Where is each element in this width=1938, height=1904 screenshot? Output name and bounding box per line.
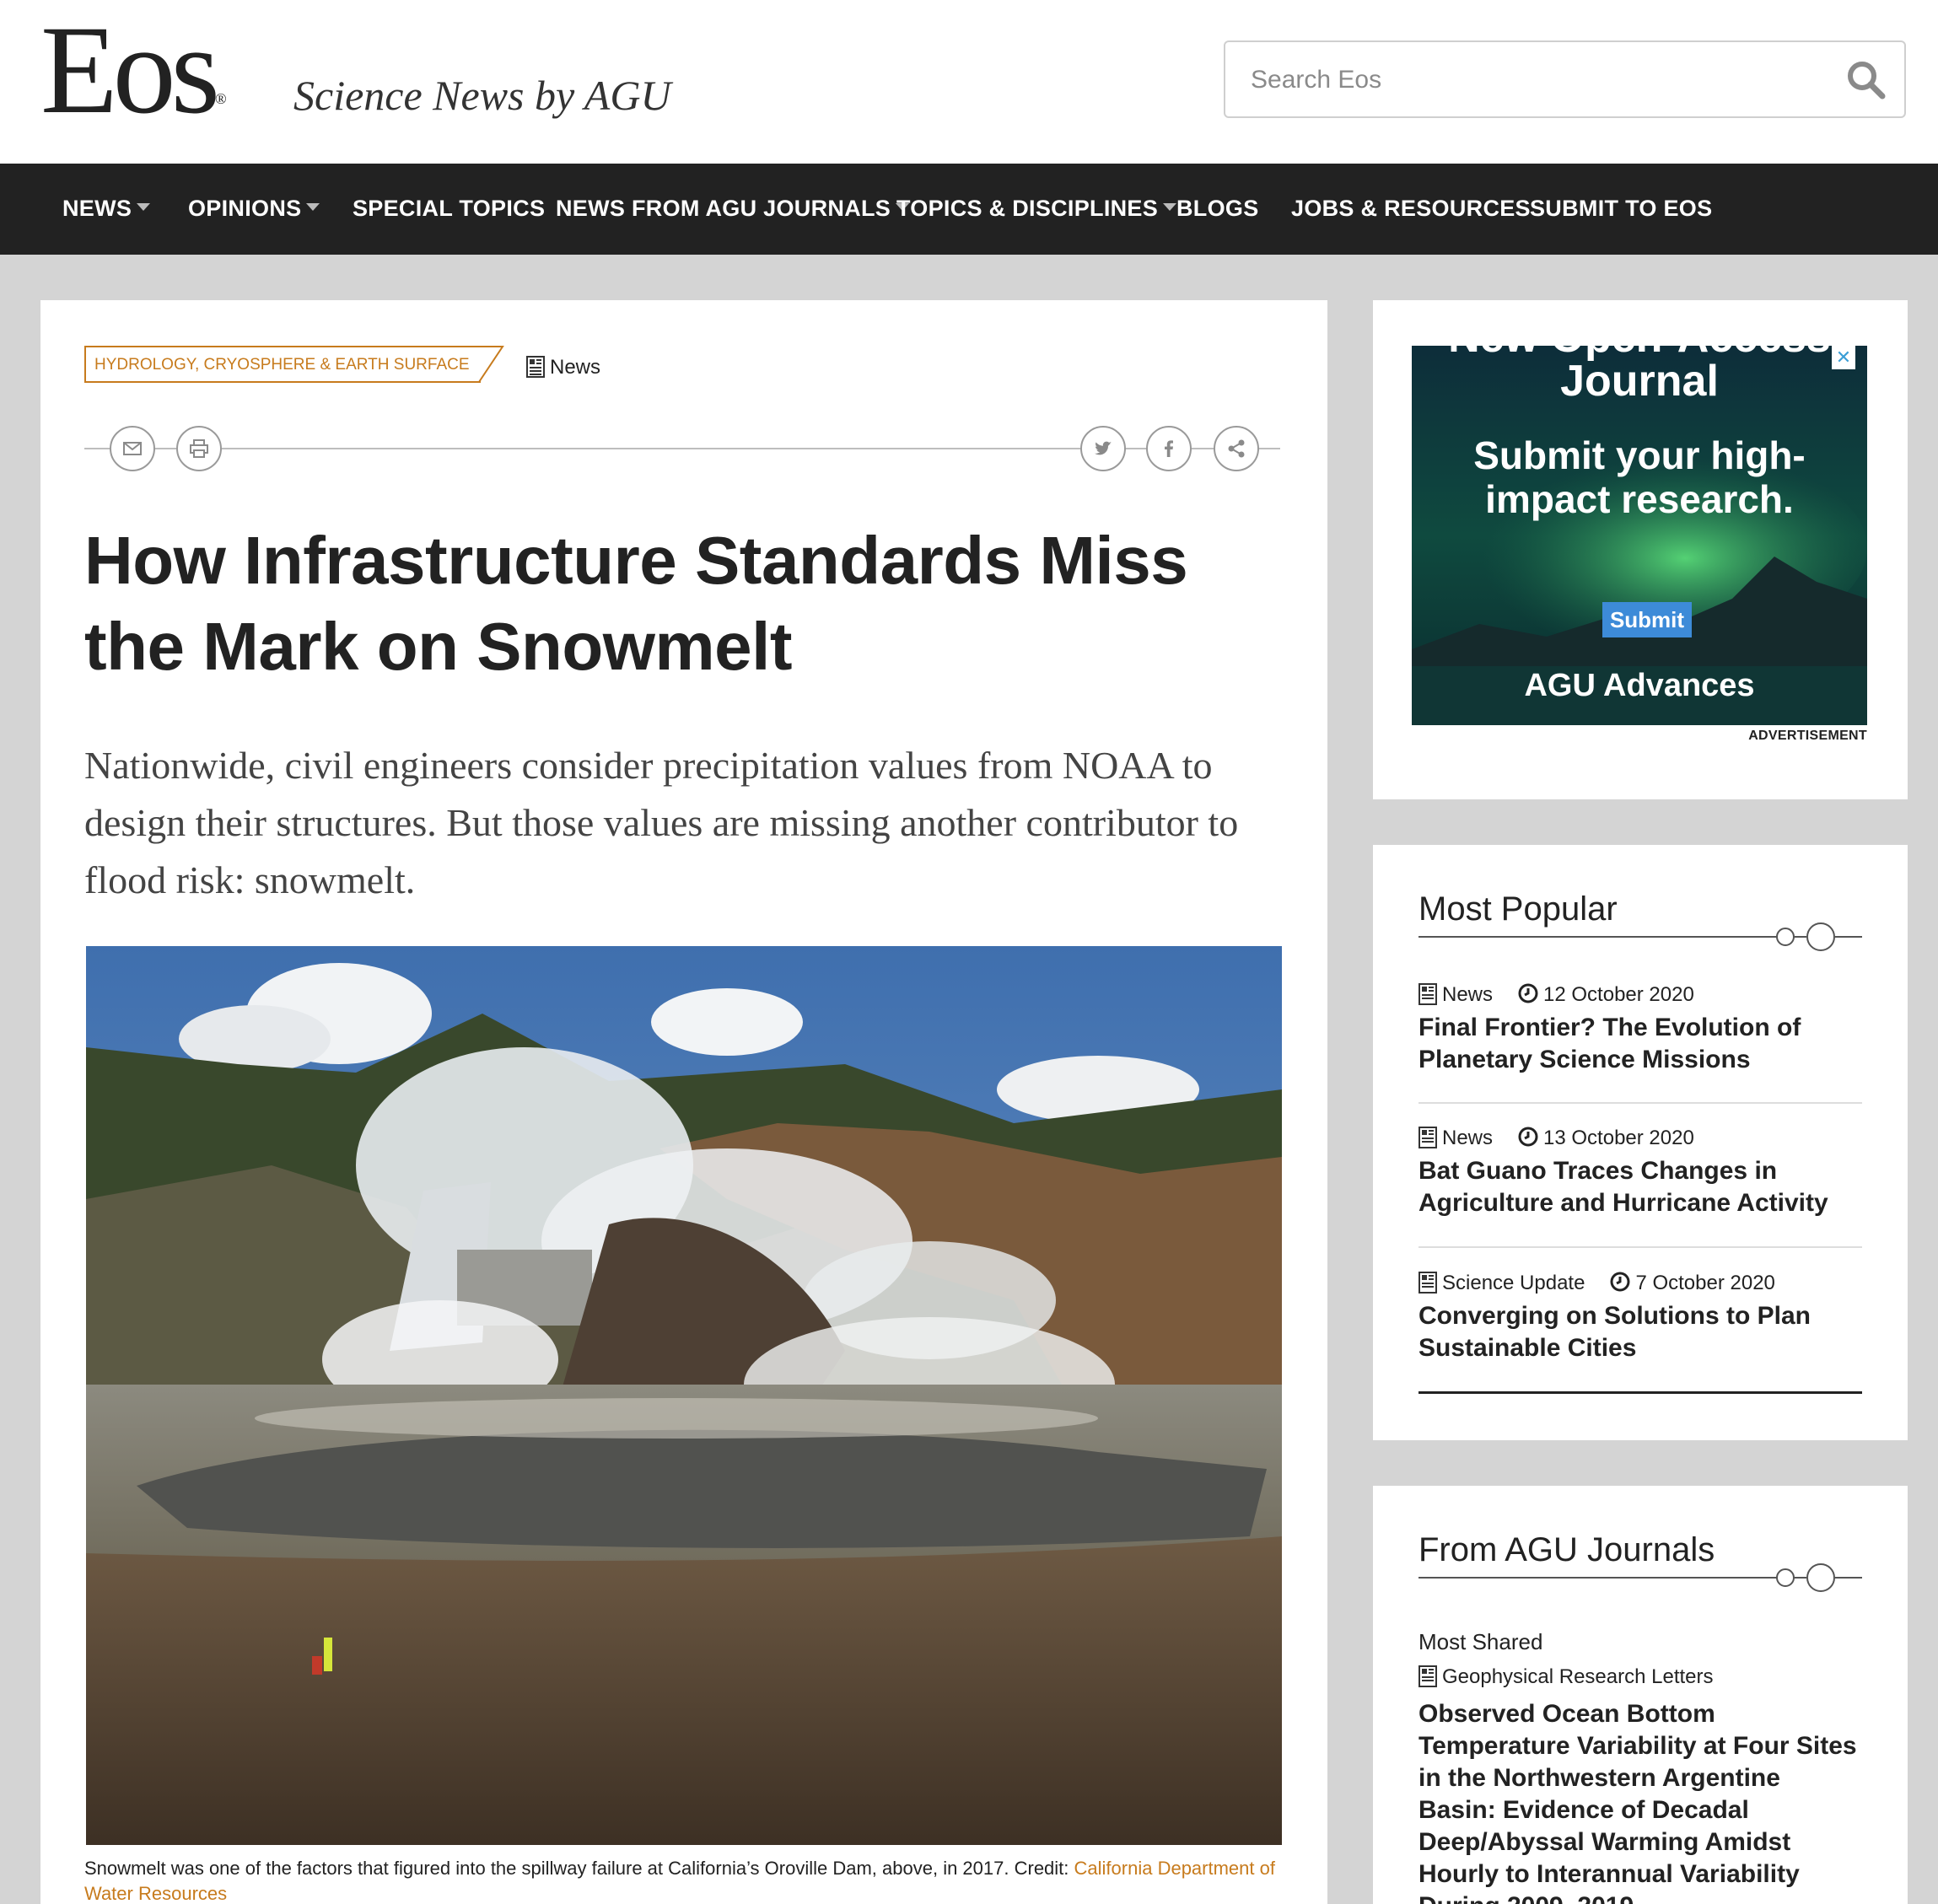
article-type: News [526, 356, 600, 379]
nav-jobs-resources[interactable]: JOBS & RESOURCES [1291, 196, 1531, 222]
newspaper-icon [1419, 983, 1437, 1005]
rule-link [1795, 1577, 1806, 1579]
search-icon[interactable] [1844, 57, 1889, 103]
agu-journals-title: From AGU Journals [1419, 1531, 1715, 1568]
facebook-icon [1165, 440, 1173, 457]
divider [1419, 1102, 1862, 1104]
nav-news-from-agu-journals[interactable]: NEWS FROM AGU JOURNALS [556, 196, 910, 222]
journal-name: Geophysical Research Letters [1419, 1665, 1714, 1689]
rule-tail [1835, 936, 1862, 938]
rule-dot [1776, 1568, 1795, 1587]
section-rule [1419, 1577, 1803, 1579]
facebook-button[interactable] [1146, 426, 1192, 471]
newspaper-icon [1419, 1665, 1437, 1687]
category-tag-edge [471, 346, 504, 383]
site-tagline: Science News by AGU [293, 72, 671, 119]
site-header: Eos® Science News by AGU [0, 0, 1938, 164]
search-box [1224, 40, 1906, 118]
print-icon [190, 439, 208, 458]
chevron-down-icon [137, 203, 151, 211]
ad-label: ADVERTISEMENT [1748, 729, 1867, 743]
popular-item-title[interactable]: Final Frontier? The Evolution of Planeta… [1419, 1012, 1862, 1076]
rule-ring [1806, 1563, 1835, 1592]
chevron-down-icon [1163, 203, 1177, 211]
print-button[interactable] [176, 426, 222, 471]
clock-icon [1518, 1127, 1538, 1147]
popular-item: News 12 October 2020 Final Frontier? The … [1419, 983, 1862, 1076]
clock-icon [1610, 1272, 1630, 1292]
most-shared-label: Most Shared [1419, 1629, 1543, 1654]
ad-submit-button[interactable]: Submit [1602, 602, 1692, 637]
article-photo [86, 946, 1282, 1845]
email-icon [123, 442, 142, 455]
search-input[interactable] [1251, 61, 1824, 100]
newspaper-icon [1419, 1127, 1437, 1148]
popular-item-title[interactable]: Bat Guano Traces Changes in Agriculture … [1419, 1155, 1862, 1219]
ad-headline: New Open-Access Journal [1448, 313, 1831, 406]
most-popular-title: Most Popular [1419, 890, 1618, 928]
most-popular-card: Most Popular News 12 October 2020 Final F… [1373, 845, 1908, 1440]
article-headline: How Infrastructure Standards Miss the Ma… [84, 523, 1188, 684]
nav-special-topics[interactable]: SPECIAL TOPICS [353, 196, 545, 222]
popular-meta: News 13 October 2020 [1419, 1127, 1862, 1155]
article-dek: Nationwide, civil engineers consider pre… [84, 744, 1239, 901]
ad-body: Submit your high-impact research. [1473, 433, 1806, 521]
agu-journals-card: From AGU Journals Most Shared Geophysica… [1373, 1486, 1908, 1904]
popular-item: Science Update 7 October 2020 Converging … [1419, 1272, 1862, 1364]
ad-brand: AGU Advances [1524, 668, 1755, 703]
section-rule [1419, 936, 1803, 938]
main-nav: NEWS OPINIONS SPECIAL TOPICS NEWS FROM A… [0, 164, 1938, 255]
eos-logo[interactable]: Eos® [40, 7, 227, 133]
divider [1419, 1246, 1862, 1248]
share-icon [1228, 439, 1245, 458]
photo-caption: Snowmelt was one of the factors that fig… [84, 1858, 1275, 1904]
popular-meta: Science Update 7 October 2020 [1419, 1272, 1862, 1300]
divider [1419, 1391, 1862, 1394]
nav-topics-disciplines[interactable]: TOPICS & DISCIPLINES [896, 196, 1177, 222]
popular-item: News 13 October 2020 Bat Guano Traces Cha… [1419, 1127, 1862, 1219]
rule-ring [1806, 922, 1835, 951]
journal-article-title[interactable]: Observed Ocean Bottom Temperature Variab… [1419, 1698, 1862, 1904]
twitter-icon [1095, 441, 1112, 455]
rule-dot [1776, 928, 1795, 946]
twitter-button[interactable] [1080, 426, 1126, 471]
category-tag[interactable]: HYDROLOGY, CRYOSPHERE & EARTH SURFACE [84, 346, 481, 383]
ad-close-icon[interactable]: ✕ [1832, 346, 1855, 369]
nav-opinions[interactable]: OPINIONS [188, 196, 320, 222]
rule-link [1795, 936, 1806, 938]
newspaper-icon [526, 356, 545, 378]
newspaper-icon [1419, 1272, 1437, 1294]
nav-submit-to-eos[interactable]: SUBMIT TO EOS [1530, 196, 1712, 222]
nav-news[interactable]: NEWS [62, 196, 151, 222]
clock-icon [1518, 983, 1538, 1003]
popular-meta: News 12 October 2020 [1419, 983, 1862, 1012]
share-button[interactable] [1214, 426, 1259, 471]
rule-tail [1835, 1577, 1862, 1579]
chevron-down-icon [306, 203, 320, 211]
article-card: HYDROLOGY, CRYOSPHERE & EARTH SURFACE Ne… [40, 300, 1327, 1904]
ad-card: New Open-Access Journal Submit your high… [1373, 300, 1908, 799]
nav-blogs[interactable]: BLOGS [1176, 196, 1259, 222]
email-button[interactable] [110, 426, 155, 471]
popular-item-title[interactable]: Converging on Solutions to Plan Sustaina… [1419, 1300, 1862, 1364]
